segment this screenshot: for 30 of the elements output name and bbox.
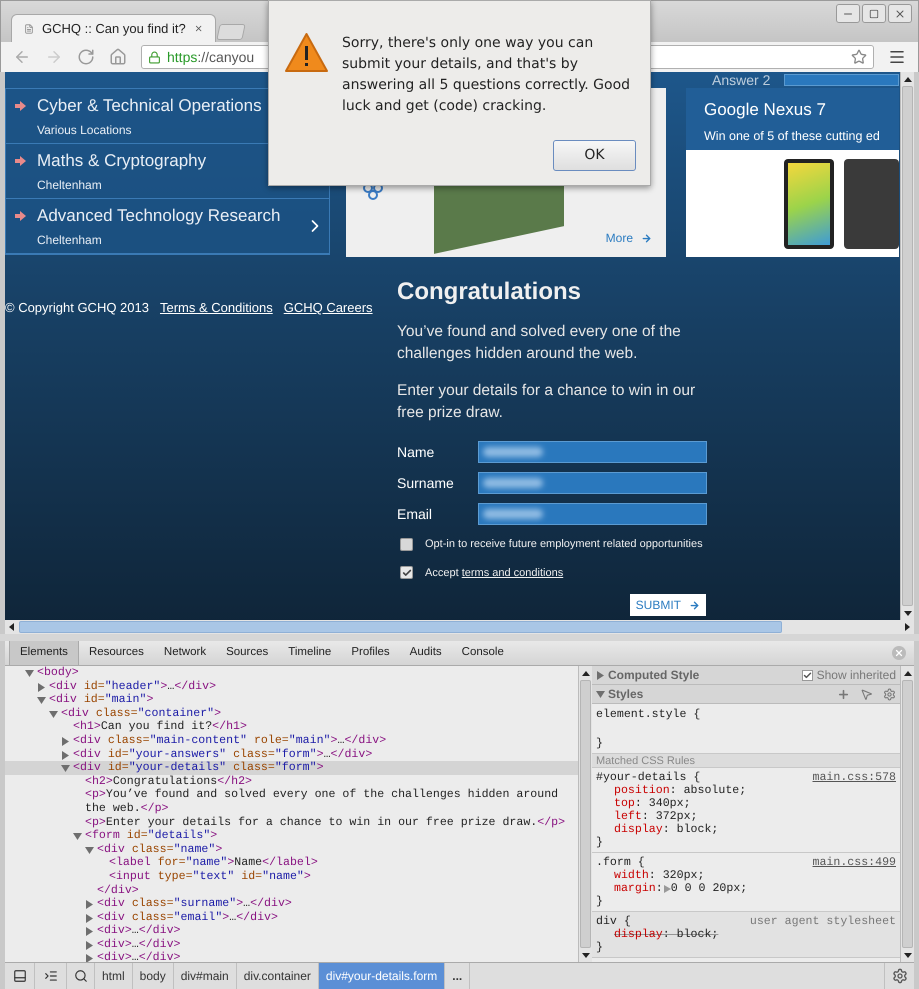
url-text: https://canyou	[167, 48, 254, 67]
card-title: Google Nexus 7	[704, 100, 827, 120]
nav-item-title: Advanced Technology Research	[37, 205, 281, 227]
checkbox-label: Accept terms and conditions	[425, 566, 564, 580]
nav-item-title: Cyber & Technical Operations	[37, 95, 262, 117]
nav-item-location: Cheltenham	[37, 232, 102, 249]
alert-message: Sorry, there's only one way you can submit your details, and that's by answering all 5 questions correctly. Good luck and get (code) cracking.	[342, 34, 632, 116]
section-title: Styles	[608, 686, 644, 703]
nav-item-location: Various Locations	[37, 122, 132, 139]
field-label: Email	[397, 504, 434, 524]
closing-brace: }	[596, 895, 603, 908]
card-subtitle: Win one of 5 of these cutting ed	[704, 128, 881, 145]
closing-brace: }	[596, 737, 604, 750]
tab-title: GCHQ :: Can you find it?	[42, 20, 186, 38]
details-paragraph: Enter your details for a chance to win in our free prize draw.	[397, 381, 696, 423]
section-title: Computed Style	[608, 667, 700, 684]
source-label: user agent stylesheet	[750, 915, 896, 928]
checkbox-label: Show inherited	[816, 667, 896, 684]
details-paragraph: You’ve found and solved every one of the challenges hidden around the web.	[397, 322, 682, 364]
matched-rules-header: Matched CSS Rules	[592, 754, 900, 768]
nav-item-location: Cheltenham	[37, 177, 102, 194]
answer-label: Answer 2	[712, 72, 770, 88]
nav-item-title: Maths & Cryptography	[37, 150, 206, 172]
field-label: Surname	[397, 474, 455, 492]
closing-brace: }	[596, 836, 603, 849]
checkbox-label: Opt-in to receive future employment related opportunities	[425, 537, 703, 552]
congratulations-heading: Congratulations	[397, 278, 582, 306]
field-label: Name	[397, 442, 436, 462]
copyright-text: © Copyright GCHQ 2013	[5, 299, 149, 317]
closing-brace: }	[596, 941, 603, 954]
